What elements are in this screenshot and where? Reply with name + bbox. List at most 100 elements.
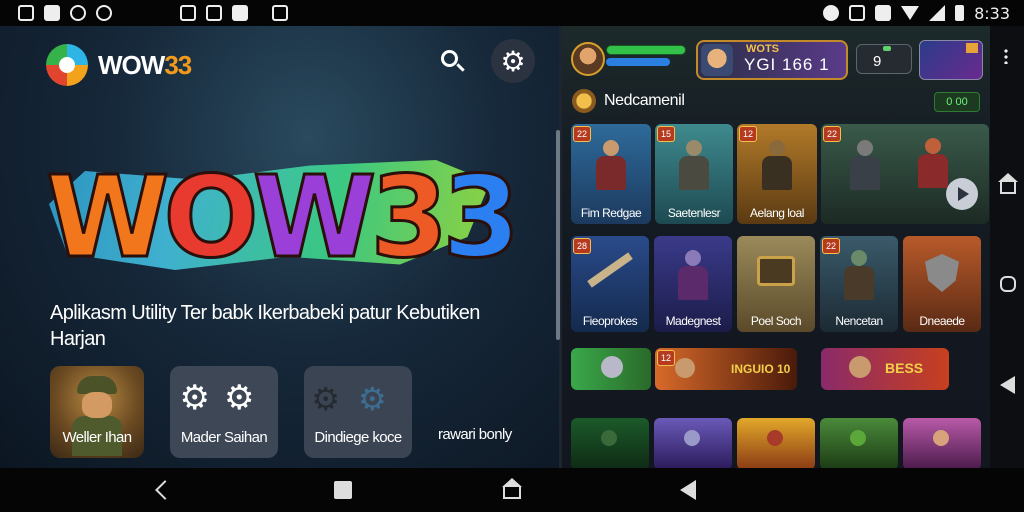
vibrate-icon xyxy=(875,5,892,21)
energy-bar xyxy=(606,58,670,66)
hero-letter: O xyxy=(162,153,260,283)
search-button[interactable] xyxy=(436,46,468,78)
gear-icon: ⚙⚙ xyxy=(179,379,269,417)
document-icon xyxy=(180,5,196,21)
avatar[interactable] xyxy=(571,42,605,76)
recents-icon[interactable] xyxy=(1000,276,1016,292)
message-icon xyxy=(96,5,112,21)
logo-text-main: WOW xyxy=(98,49,165,80)
hero-banner: WOW33 xyxy=(40,150,522,280)
coins-value: 9 xyxy=(873,53,882,70)
card-badge: 15 xyxy=(657,126,675,142)
character-card[interactable]: 12 Aelang loal xyxy=(737,124,817,224)
clock: 8:33 xyxy=(974,3,1010,23)
character-card[interactable]: 15 Saetenlesr xyxy=(655,124,733,224)
logo-text: WOW33 xyxy=(98,49,192,81)
home-icon[interactable] xyxy=(502,478,522,499)
character-body xyxy=(679,156,709,190)
game-icon xyxy=(70,5,86,21)
clipboard-icon xyxy=(272,5,288,21)
feature-link-rawari[interactable]: rawari bonly xyxy=(438,426,512,443)
feature-tile-label: Mader Saihan xyxy=(180,429,268,446)
promo-card[interactable] xyxy=(571,348,651,390)
section-title: Nedcamenil xyxy=(604,92,685,109)
character-face xyxy=(82,392,112,418)
next-arrow-button[interactable] xyxy=(946,178,978,210)
item-card[interactable] xyxy=(903,418,981,468)
character-head xyxy=(686,140,702,156)
app-logo[interactable]: WOW33 xyxy=(46,44,192,86)
emblem-icon xyxy=(925,254,959,292)
item-card[interactable] xyxy=(654,418,732,468)
gems-shop-button[interactable] xyxy=(919,40,983,80)
feature-tile-mader[interactable]: ⚙⚙ Mader Saihan xyxy=(170,366,278,458)
feature-tile-label: Weller Ihan xyxy=(62,429,133,446)
item-card[interactable]: Madegnest xyxy=(654,236,732,332)
health-bar xyxy=(606,45,686,55)
back-icon[interactable] xyxy=(1000,376,1015,394)
status-bar: 8:33 xyxy=(0,0,1024,26)
item-card[interactable]: 22 Nencetan xyxy=(820,236,898,332)
settings-button[interactable]: ⚙ xyxy=(491,39,535,83)
home-icon[interactable] xyxy=(998,173,1018,194)
section-header: Nedcamenil xyxy=(572,88,685,114)
player-card[interactable]: WOTS YGI 166 1 xyxy=(696,40,848,80)
character-head xyxy=(767,430,783,446)
promo-card[interactable]: 12 INGUIO 10 xyxy=(655,348,797,390)
card-label: Fieoprokes xyxy=(582,314,638,328)
item-card[interactable] xyxy=(737,418,815,468)
settings-icon xyxy=(823,5,840,21)
promo-title: BESS xyxy=(885,360,924,376)
image-icon xyxy=(44,5,60,21)
signal-icon xyxy=(929,5,946,21)
card-badge: 12 xyxy=(739,126,757,142)
character-head xyxy=(601,430,617,446)
stop-icon[interactable] xyxy=(334,481,352,499)
character-head xyxy=(857,140,873,156)
section-badge[interactable]: 0 00 xyxy=(934,92,980,112)
character-body xyxy=(918,154,948,188)
item-card[interactable]: Poel Soch xyxy=(737,236,815,332)
weapon-icon xyxy=(587,252,633,288)
card-badge: 22 xyxy=(573,126,591,142)
wifi-icon xyxy=(901,6,920,20)
card-badge: 22 xyxy=(823,126,841,142)
card-badge: 28 xyxy=(573,238,591,254)
hero-letter: 3 xyxy=(369,153,450,283)
player-avatar xyxy=(701,44,733,76)
scrollbar[interactable] xyxy=(556,130,560,340)
feature-tile-dindiege[interactable]: ⚙⚙ Dindiege koce xyxy=(304,366,412,458)
logo-icon xyxy=(46,44,88,86)
battery-icon xyxy=(955,5,965,21)
promo-card[interactable]: BESS xyxy=(821,348,949,390)
back-chevron-icon[interactable] xyxy=(155,480,175,500)
card-label: Madegnest xyxy=(665,314,721,328)
character-head xyxy=(851,250,867,266)
hero-letter: 3 xyxy=(441,153,522,283)
item-card[interactable] xyxy=(571,418,649,468)
card-label: Dneaede xyxy=(919,314,965,328)
character-body xyxy=(762,156,792,190)
promo-title: INGUIO 10 xyxy=(731,362,791,376)
card-label: Saetenlesr xyxy=(667,206,721,220)
document-icon xyxy=(206,5,222,21)
item-card[interactable]: Dneaede xyxy=(903,236,981,332)
item-card[interactable]: 28 Fieoprokes xyxy=(571,236,649,332)
more-options-icon[interactable] xyxy=(1004,48,1008,64)
card-label: Fim Redgae xyxy=(580,206,642,220)
character-head xyxy=(849,356,871,378)
hero-title: WOW33 xyxy=(45,157,522,280)
character-body xyxy=(850,156,880,190)
character-body xyxy=(596,156,626,190)
item-card[interactable] xyxy=(820,418,898,468)
feature-tile-weller[interactable]: Weller Ihan xyxy=(50,366,144,458)
coins-counter[interactable]: 9 xyxy=(856,44,912,74)
character-head xyxy=(684,430,700,446)
character-head xyxy=(601,356,623,378)
back-icon[interactable] xyxy=(680,480,696,500)
character-head xyxy=(675,358,695,378)
character-card[interactable]: 22 Fim Redgae xyxy=(571,124,651,224)
game-topbar: WOTS YGI 166 1 9 xyxy=(562,38,990,82)
chest-icon xyxy=(757,256,795,286)
nfc-icon xyxy=(849,5,866,21)
